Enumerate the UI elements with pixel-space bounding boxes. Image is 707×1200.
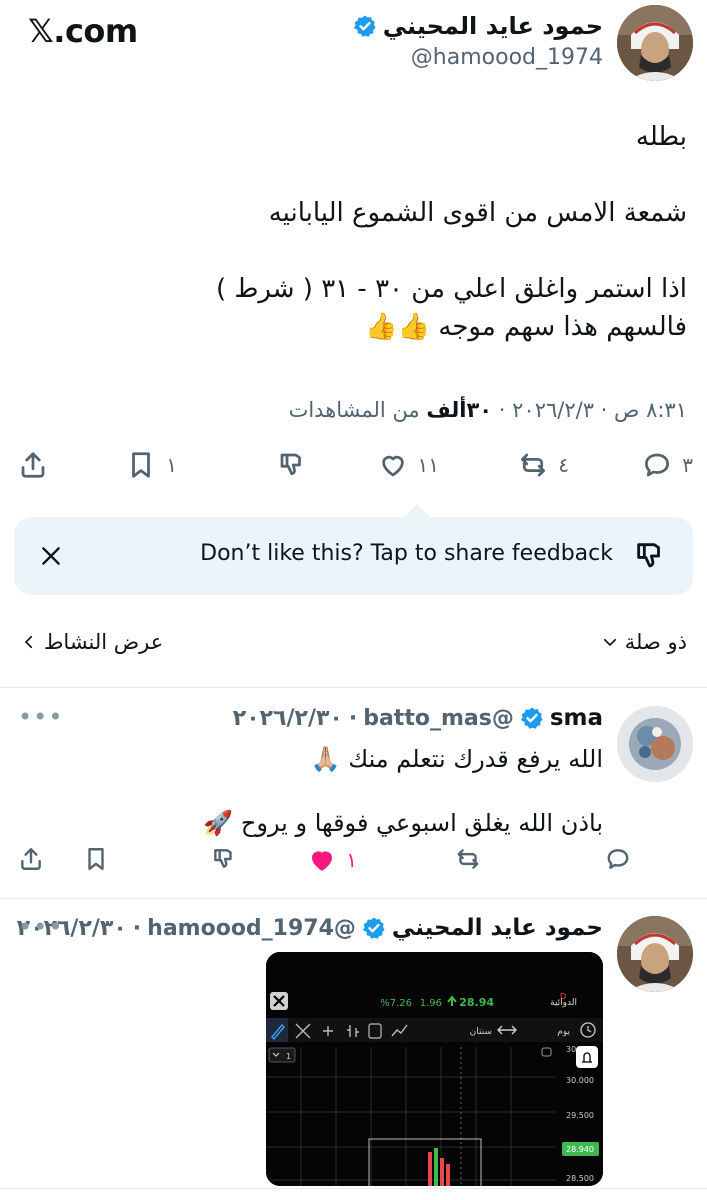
tweet-line: فالسهم هذا سهم موجه 👍👍: [365, 312, 687, 342]
chevron-down-icon: [603, 638, 616, 647]
reply-date: ٢٠٢٦/٢/٣٠: [232, 705, 343, 731]
thumbs-down-icon: [637, 543, 660, 568]
view-activity-label: عرض النشاط: [44, 630, 164, 654]
chart-price: 28.94: [459, 996, 494, 1009]
bookmark-count: ١: [166, 453, 177, 477]
avatar-image: [617, 5, 693, 81]
verified-badge-icon: [353, 15, 376, 37]
interval-label: يوم: [557, 1027, 570, 1037]
share-icon: [21, 848, 41, 870]
author-avatar[interactable]: [617, 5, 693, 81]
reply-author[interactable]: sma @batto_mas · ٢٠٢٦/٢/٣٠: [233, 705, 603, 731]
period-label: سنتان: [470, 1027, 492, 1037]
more-options-icon[interactable]: •••: [18, 703, 63, 731]
share-button[interactable]: [18, 846, 44, 872]
view-activity-link[interactable]: عرض النشاط: [20, 630, 163, 654]
y-tick-label: 30.000: [566, 1076, 594, 1085]
thumbs-down-icon: [280, 453, 301, 476]
y-tick-label: 29.500: [566, 1111, 594, 1120]
reply-count: ٣: [682, 453, 693, 477]
like-count: ١: [346, 848, 357, 872]
relevance-dropdown[interactable]: ذو صلة: [601, 630, 687, 654]
x-logo[interactable]: 𝕏.com: [28, 12, 138, 50]
candle: [446, 1164, 450, 1186]
dislike-button[interactable]: [277, 450, 307, 480]
reply-icon: [607, 849, 629, 869]
reply-icon: [645, 453, 670, 477]
tweet-line: بطله: [635, 122, 687, 152]
y-tick-label: 30: [566, 1045, 576, 1054]
interval-select-value: 1: [286, 1052, 291, 1061]
author-handle[interactable]: @hamoood_1974: [411, 45, 603, 70]
author-name-text: حمود عايد المحيني: [382, 12, 603, 40]
tweet-line: شمعة الامس من اقوى الشموع اليابانيه: [268, 198, 687, 228]
close-icon[interactable]: [38, 543, 64, 569]
relevance-label: ذو صلة: [624, 630, 687, 654]
reply-handle: @hamoood_1974: [147, 915, 356, 941]
share-button[interactable]: [18, 450, 48, 480]
heart-filled-icon: [312, 851, 333, 871]
bookmark-button[interactable]: ١: [126, 450, 177, 480]
avatar-image: [617, 706, 693, 782]
bookmark-icon: [88, 848, 104, 870]
candle: [440, 1158, 444, 1186]
reply-button[interactable]: [605, 846, 631, 872]
reply-actions: ١: [0, 846, 707, 880]
y-tick-label: 28.500: [566, 1174, 594, 1183]
reply-text-line: الله يرفع قدرك نتعلم منك 🙏🏼: [310, 745, 603, 773]
stock-chart-screenshot: الدوائية D 28.94 1.96 %7.26 سنتان يوم 1 …: [266, 952, 603, 1186]
more-options-icon[interactable]: •••: [18, 913, 63, 941]
tweet-timestamp[interactable]: ٨:٣١ ص · ٢٠٢٦/٢/٣: [512, 398, 687, 422]
reply-avatar[interactable]: [617, 916, 693, 992]
repost-icon: [457, 849, 479, 869]
divider: [0, 898, 707, 899]
feedback-banner[interactable]: Don’t like this? Tap to share feedback: [14, 517, 693, 595]
y-tick-label: 28.940: [566, 1145, 594, 1154]
attached-chart-image[interactable]: الدوائية D 28.94 1.96 %7.26 سنتان يوم 1 …: [266, 952, 603, 1186]
tweet-actions: ٣ ٤ ١١ ١: [0, 450, 707, 496]
thumbs-down-icon: [214, 849, 232, 868]
reply-button[interactable]: ٣: [642, 450, 693, 480]
repost-button[interactable]: [455, 846, 481, 872]
views-count: ٣٠ألف: [426, 398, 493, 422]
avatar-image: [617, 916, 693, 992]
bookmark-icon: [132, 452, 151, 478]
reply-author-name: sma: [549, 705, 603, 731]
tweet-text: بطله شمعة الامس من اقوى الشموع اليابانيه…: [27, 118, 687, 346]
heart-icon: [381, 455, 404, 477]
candle: [434, 1148, 438, 1186]
alert-bell-icon: [576, 1046, 598, 1068]
divider: [0, 1188, 707, 1189]
candle: [428, 1152, 432, 1186]
feedback-text: Don’t like this? Tap to share feedback: [200, 541, 613, 566]
chart-change-pct: %7.26: [380, 998, 412, 1009]
reply-author[interactable]: حمود عايد المحيني @hamoood_1974 · ٢٠٢٦/٢…: [17, 915, 603, 941]
reply-handle: @batto_mas: [363, 705, 514, 731]
repost-count: ٤: [558, 453, 569, 477]
tweet-meta: ٨:٣١ ص · ٢٠٢٦/٢/٣ · ٣٠ألف من المشاهدات: [288, 398, 687, 422]
like-button[interactable]: ١: [308, 846, 357, 874]
verified-badge-icon: [362, 917, 385, 939]
chart-change: 1.96: [420, 998, 442, 1009]
tweet-line: اذا استمر واغلق اعلي من ٣٠ - ٣١ ( شرط ): [215, 274, 687, 304]
reply-text-line: باذن الله يغلق اسبوعي فوقها و يروح 🚀: [203, 809, 603, 837]
author-name[interactable]: حمود عايد المحيني: [353, 12, 603, 40]
share-icon: [21, 452, 45, 478]
interval-select: [268, 1047, 296, 1063]
reply-avatar[interactable]: [617, 706, 693, 782]
reply-author-name: حمود عايد المحيني: [391, 915, 603, 941]
dislike-button[interactable]: [211, 846, 237, 872]
chevron-left-icon: [24, 635, 33, 649]
like-count: ١١: [417, 453, 439, 477]
repost-button[interactable]: ٤: [518, 450, 569, 480]
divider: [0, 687, 707, 688]
verified-badge-icon: [520, 707, 543, 729]
bookmark-button[interactable]: [83, 846, 109, 872]
repost-icon: [521, 453, 546, 477]
views-label: من المشاهدات: [288, 398, 420, 422]
chart-title-flag: D: [560, 992, 566, 1001]
like-button[interactable]: ١١: [378, 450, 439, 480]
